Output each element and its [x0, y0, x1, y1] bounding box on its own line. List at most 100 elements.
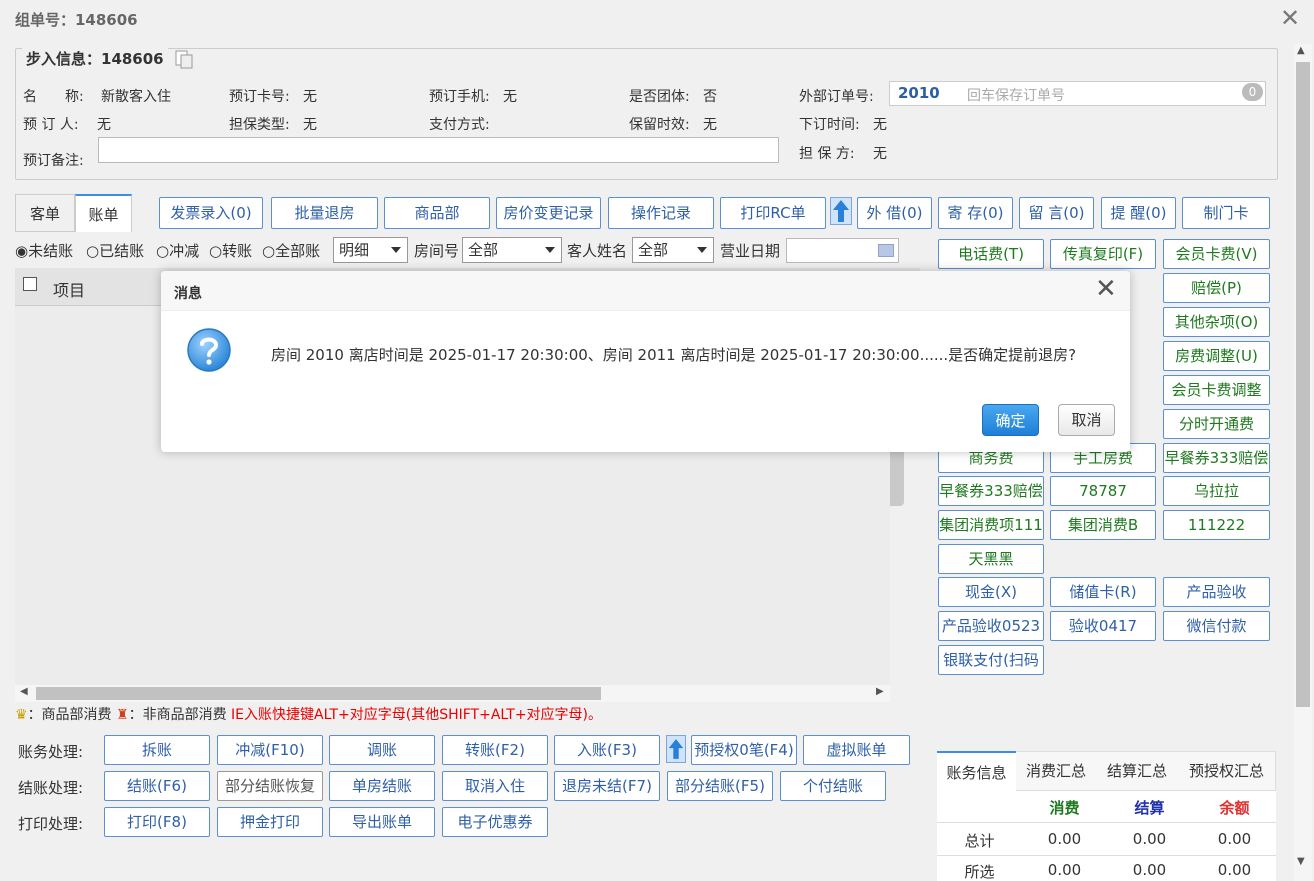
scroll-down-icon[interactable]: ▼ — [1297, 856, 1305, 867]
business-date-input[interactable] — [786, 238, 899, 263]
unionpay-scan-button[interactable]: 银联支付(扫码 — [938, 645, 1044, 675]
adjust-bill-button[interactable]: 调账 — [329, 735, 435, 765]
tab-preauth-summary[interactable]: 预授权汇总 — [1177, 751, 1276, 791]
offset-button[interactable]: 冲减(F10) — [217, 735, 323, 765]
dialog-ok-button[interactable]: 确定 — [982, 404, 1039, 436]
grid-hscroll-thumb[interactable] — [36, 687, 601, 700]
name-value: 新散客入住 — [101, 89, 171, 105]
scroll-right-icon[interactable]: ▶ — [876, 686, 884, 697]
checkout-button[interactable]: 结账(F6) — [104, 771, 210, 801]
dialog-cancel-button[interactable]: 取消 — [1058, 404, 1115, 436]
scroll-up-icon[interactable]: ▲ — [1297, 45, 1305, 56]
partial-settle-restore-button[interactable]: 部分结账恢复 — [217, 771, 323, 801]
item-tianheihei-button[interactable]: 天黑黑 — [938, 544, 1044, 574]
settle-row-label: 结账处理: — [18, 779, 84, 797]
member-fee-adjust-button[interactable]: 会员卡费调整 — [1163, 375, 1270, 405]
ext-order-placeholder: 回车保存订单号 — [967, 88, 1065, 104]
filter-radio-settled[interactable]: ○已结账 — [86, 238, 144, 264]
booker-value: 无 — [97, 117, 111, 133]
group-consume-b-button[interactable]: 集团消费B — [1050, 510, 1156, 540]
deposit-button[interactable]: 寄 存(0) — [938, 197, 1013, 229]
virtual-bill-button[interactable]: 虚拟账单 — [803, 735, 910, 765]
e-coupon-button[interactable]: 电子优惠券 — [442, 807, 548, 837]
tab-consume-summary[interactable]: 消费汇总 — [1016, 751, 1096, 791]
invoice-entry-button[interactable]: 发票录入(0) — [159, 197, 263, 229]
summary-selected-consume: 0.00 — [1047, 861, 1082, 879]
question-icon — [187, 328, 231, 372]
detail-select[interactable]: 明细 — [333, 237, 408, 263]
group-consume-111-button[interactable]: 集团消费项111 — [938, 510, 1044, 540]
copy-icon[interactable] — [173, 48, 195, 70]
lend-button[interactable]: 外 借(0) — [857, 197, 932, 229]
reminder-button[interactable]: 提 醒(0) — [1101, 197, 1176, 229]
single-room-settle-button[interactable]: 单房结账 — [329, 771, 435, 801]
room-fee-adjust-button[interactable]: 房费调整(U) — [1163, 341, 1270, 371]
phone-fee-button[interactable]: 电话费(T) — [938, 239, 1044, 269]
acceptance-0417-button[interactable]: 验收0417 — [1050, 611, 1156, 641]
breakfast-voucher-comp-button-2[interactable]: 早餐券333赔偿 — [938, 476, 1044, 506]
order-time-label: 下订时间: — [799, 117, 860, 133]
export-bill-button[interactable]: 导出账单 — [329, 807, 435, 837]
cancel-checkin-button[interactable]: 取消入住 — [442, 771, 548, 801]
name-label: 名 称: — [23, 89, 84, 105]
arrow-up-icon-2[interactable] — [666, 735, 686, 763]
product-acceptance-button[interactable]: 产品验收 — [1163, 577, 1270, 607]
print-row-label: 打印处理: — [18, 815, 84, 833]
window-title: 组单号：148606 — [15, 11, 138, 29]
guarantor-label: 担 保 方: — [799, 146, 855, 162]
memo-textarea[interactable] — [98, 137, 779, 163]
post-charge-button[interactable]: 入账(F3) — [554, 735, 660, 765]
room-select[interactable]: 全部 — [462, 237, 562, 263]
page-vscroll-thumb[interactable] — [1296, 62, 1310, 707]
filter-radio-unsettled[interactable]: ◉未结账 — [15, 238, 73, 264]
transfer-button[interactable]: 转账(F2) — [442, 735, 548, 765]
fax-copy-button[interactable]: 传真复印(F) — [1050, 239, 1156, 269]
goods-dept-button[interactable]: 商品部 — [384, 197, 490, 229]
guest-select[interactable]: 全部 — [632, 237, 714, 263]
misc-button[interactable]: 其他杂项(O) — [1163, 307, 1270, 337]
cash-button[interactable]: 现金(X) — [938, 577, 1044, 607]
filter-radio-all[interactable]: ○全部账 — [262, 238, 320, 264]
operation-log-button[interactable]: 操作记录 — [608, 197, 714, 229]
scroll-left-icon[interactable]: ◀ — [20, 686, 28, 697]
group-value: 否 — [703, 89, 717, 105]
item-111222-button[interactable]: 111222 — [1163, 510, 1270, 540]
summary-total-settle: 0.00 — [1132, 830, 1167, 848]
batch-checkout-button[interactable]: 批量退房 — [271, 197, 378, 229]
product-acceptance-0523-button[interactable]: 产品验收0523 — [938, 611, 1044, 641]
compensation-button[interactable]: 赔偿(P) — [1163, 273, 1270, 303]
print-rc-button[interactable]: 打印RC单 — [720, 197, 826, 229]
tab-guest[interactable]: 客单 — [15, 194, 75, 232]
grid-select-all-checkbox[interactable] — [23, 277, 37, 291]
window-close-icon[interactable]: ✕ — [1280, 4, 1300, 32]
dialog-close-icon[interactable]: ✕ — [1095, 274, 1117, 304]
deposit-print-button[interactable]: 押金打印 — [217, 807, 323, 837]
preauth-button[interactable]: 预授权0笔(F4) — [691, 735, 797, 765]
tab-settle-summary[interactable]: 结算汇总 — [1097, 751, 1177, 791]
print-button[interactable]: 打印(F8) — [104, 807, 210, 837]
arrow-up-icon[interactable] — [830, 197, 852, 225]
individual-pay-button[interactable]: 个付结账 — [780, 771, 886, 801]
split-bill-button[interactable]: 拆账 — [104, 735, 210, 765]
partial-settle-button[interactable]: 部分结账(F5) — [667, 771, 773, 801]
booker-label: 预 订 人: — [23, 117, 79, 133]
ext-order-input[interactable] — [889, 81, 1266, 106]
member-card-fee-button[interactable]: 会员卡费(V) — [1163, 239, 1270, 269]
dialog-title: 消息 — [174, 286, 202, 302]
rate-change-log-button[interactable]: 房价变更记录 — [496, 197, 601, 229]
breakfast-voucher-comp-button[interactable]: 早餐券333赔偿 — [1163, 443, 1270, 473]
make-key-button[interactable]: 制门卡 — [1182, 197, 1270, 229]
tab-account-info[interactable]: 账务信息 — [937, 751, 1016, 791]
non-goods-dept-icon: ♜ — [116, 707, 129, 723]
tab-bill[interactable]: 账单 — [75, 194, 132, 232]
filter-radio-transfer[interactable]: ○转账 — [209, 238, 252, 264]
item-wulala-button[interactable]: 乌拉拉 — [1163, 476, 1270, 506]
wechat-pay-button[interactable]: 微信付款 — [1163, 611, 1270, 641]
stored-value-card-button[interactable]: 储值卡(R) — [1050, 577, 1156, 607]
calendar-icon[interactable] — [878, 244, 894, 257]
item-78787-button[interactable]: 78787 — [1050, 476, 1156, 506]
checkout-unsettled-button[interactable]: 退房未结(F7) — [554, 771, 660, 801]
message-button[interactable]: 留 言(0) — [1019, 197, 1094, 229]
timeshare-fee-button[interactable]: 分时开通费 — [1163, 409, 1270, 439]
filter-radio-offset[interactable]: ○冲减 — [156, 238, 199, 264]
